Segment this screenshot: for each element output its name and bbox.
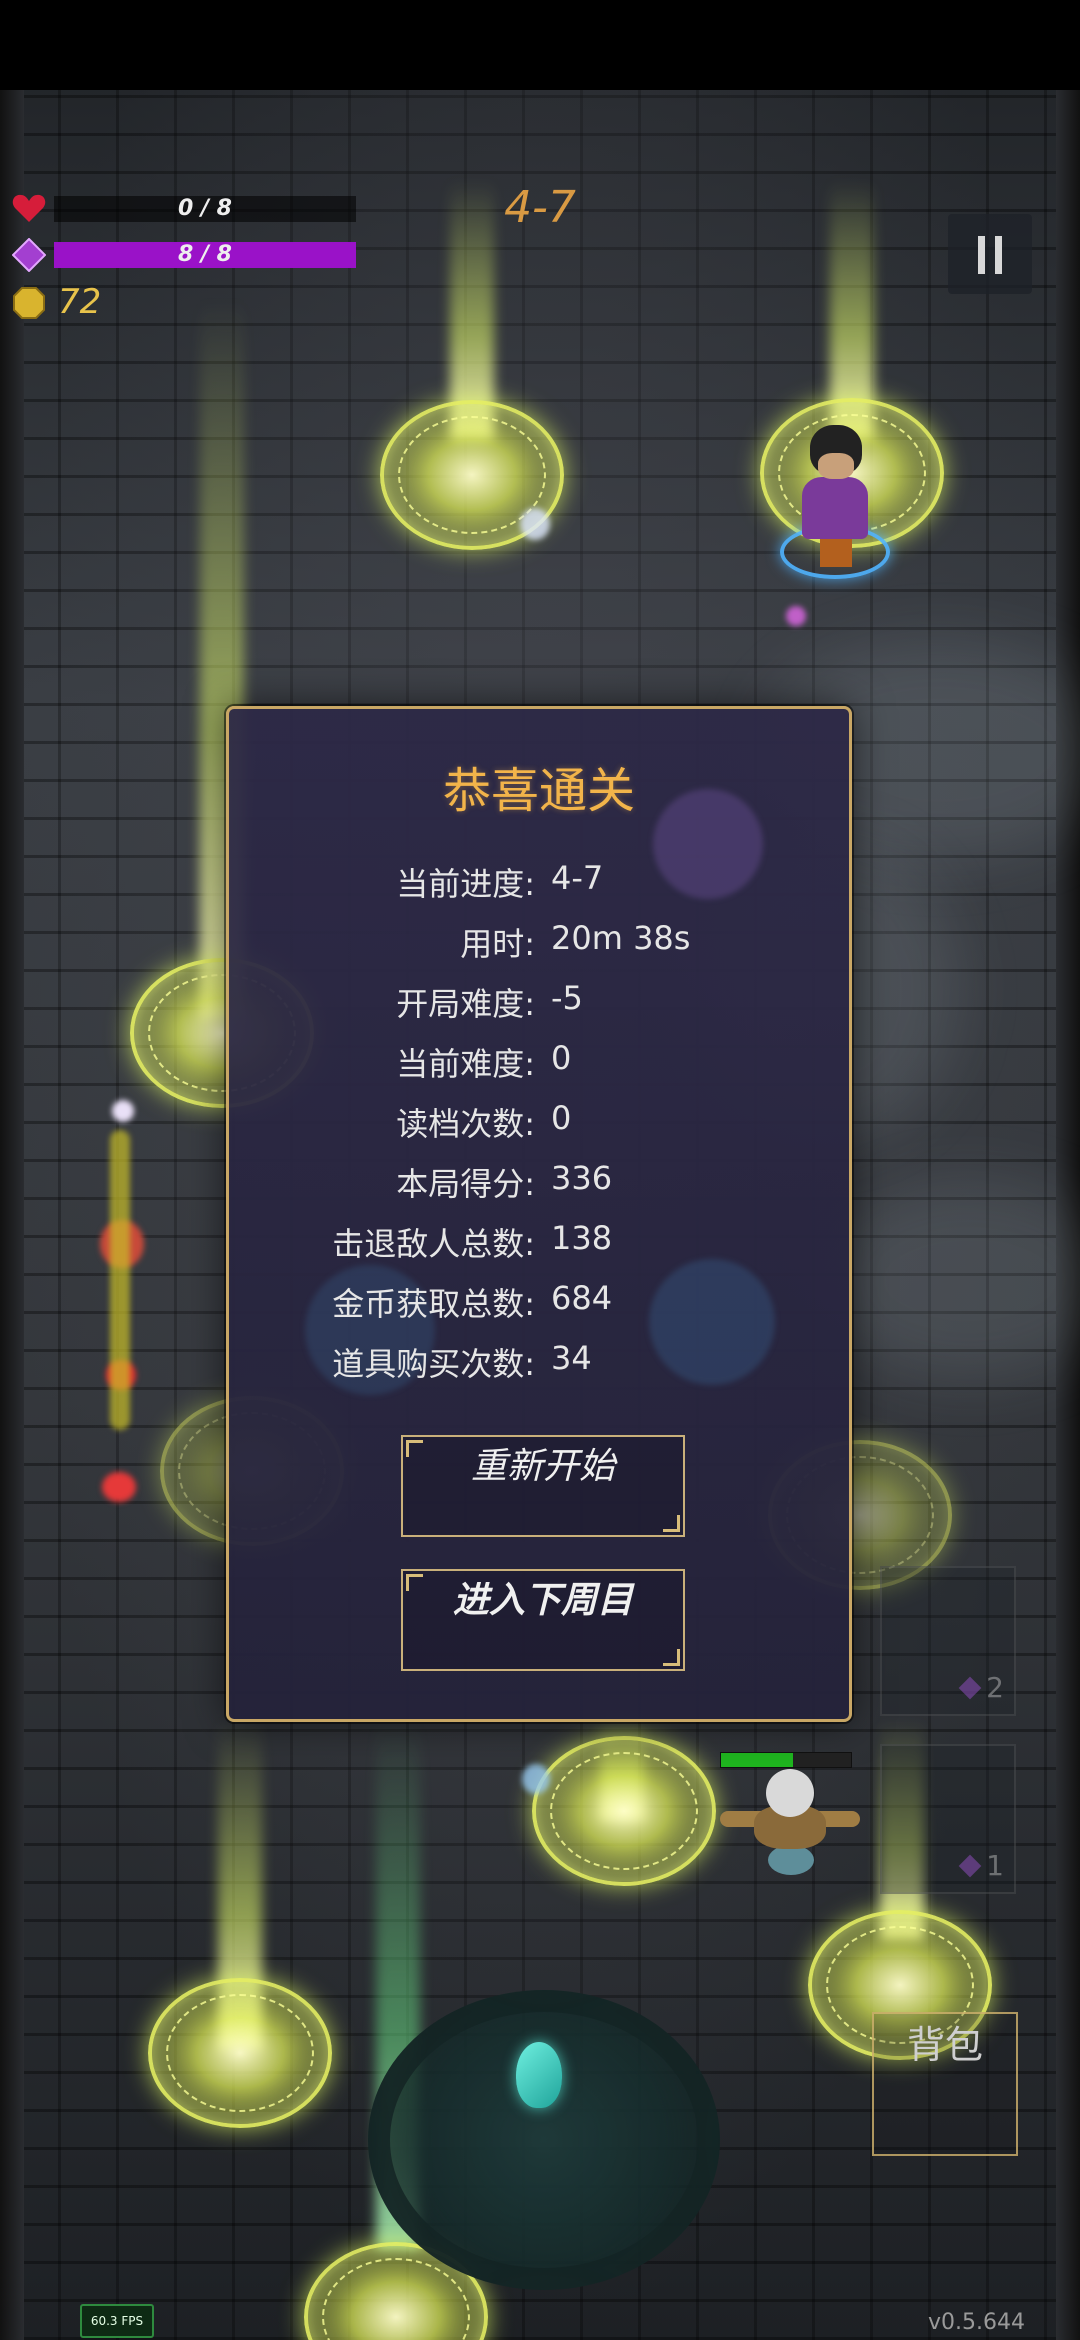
next-cycle-label: 进入下周目 — [452, 1580, 633, 1621]
dialog-title: 恭喜通关 — [442, 763, 635, 819]
player-robe — [802, 477, 868, 539]
left-wall — [0, 90, 24, 2340]
dropped-item — [786, 606, 806, 626]
player-legs — [820, 537, 852, 567]
restart-label: 重新开始 — [470, 1446, 615, 1487]
stat-row: 当前进度: 4-7 — [229, 859, 849, 903]
stat-label: 击退敌人总数: — [332, 1225, 535, 1263]
player-face — [818, 453, 854, 479]
diamond-gem-icon — [12, 238, 46, 272]
stat-label: 道具购买次数: — [332, 1345, 535, 1383]
heart-icon — [12, 194, 46, 222]
stat-row: 本局得分: 336 — [229, 1159, 849, 1203]
stat-row: 开局难度: -5 — [229, 979, 849, 1023]
stat-value: 4-7 — [551, 859, 604, 897]
mana-text: 8 / 8 — [178, 242, 232, 267]
fog-patch — [820, 1180, 1080, 1380]
stat-value: -5 — [551, 979, 583, 1017]
health-text: 0 / 8 — [178, 196, 232, 221]
stat-value: 684 — [551, 1279, 613, 1317]
dropped-item — [102, 1472, 136, 1502]
dropped-item — [110, 1130, 130, 1430]
bag-label: 背包 — [906, 2023, 983, 2067]
top-black-bar — [0, 0, 1080, 90]
stat-value: 0 — [551, 1099, 572, 1137]
stat-label: 用时: — [460, 925, 535, 963]
version-label: v0.5.644 — [928, 2310, 1025, 2335]
gem-icon — [958, 1676, 982, 1700]
stat-row: 道具购买次数: 34 — [229, 1339, 849, 1383]
stat-value: 20m 38s — [551, 919, 691, 957]
skill-slot[interactable]: 2 — [880, 1566, 1016, 1716]
stat-value: 336 — [551, 1159, 613, 1197]
stat-label: 当前难度: — [396, 1045, 535, 1083]
pause-button[interactable] — [948, 214, 1032, 294]
stat-row: 读档次数: 0 — [229, 1099, 849, 1143]
victory-dialog: 恭喜通关 当前进度: 4-7 用时: 20m 38s 开局难度: -5 当前难度… — [226, 706, 852, 1722]
enemy-scarecrow[interactable] — [720, 1745, 860, 1885]
coin-count: 72 — [58, 282, 102, 322]
dropped-item — [520, 508, 550, 540]
next-cycle-button[interactable]: 进入下周目 — [401, 1569, 685, 1671]
coin-icon — [13, 287, 45, 319]
stat-row: 金币获取总数: 684 — [229, 1279, 849, 1323]
fps-counter: 60.3 FPS — [80, 2304, 154, 2338]
summon-circle — [148, 1978, 332, 2128]
stat-label: 开局难度: — [396, 985, 535, 1023]
dropped-item — [522, 1764, 550, 1794]
joystick-knob[interactable] — [516, 2042, 562, 2108]
stat-label: 当前进度: — [396, 865, 535, 903]
summon-circle — [532, 1736, 716, 1886]
gem-icon — [958, 1854, 982, 1878]
skill-slot-count: 1 — [986, 1849, 1004, 1882]
level-indicator: 4-7 — [504, 182, 576, 233]
stat-row: 用时: 20m 38s — [229, 919, 849, 963]
stat-label: 本局得分: — [396, 1165, 535, 1203]
virtual-joystick[interactable] — [368, 1990, 720, 2290]
bag-button[interactable]: 背包 — [872, 2012, 1018, 2156]
stat-row: 击退敌人总数: 138 — [229, 1219, 849, 1263]
enemy-head — [766, 1769, 814, 1817]
stat-label: 金币获取总数: — [332, 1285, 535, 1323]
skill-slot-count: 2 — [986, 1671, 1004, 1704]
pause-icon-bar — [978, 236, 985, 274]
enemy-base — [768, 1845, 814, 1875]
dropped-item — [112, 1100, 134, 1122]
stat-value: 34 — [551, 1339, 592, 1377]
player-character — [780, 425, 890, 585]
stat-row: 当前难度: 0 — [229, 1039, 849, 1083]
restart-button[interactable]: 重新开始 — [401, 1435, 685, 1537]
stat-value: 0 — [551, 1039, 572, 1077]
pause-icon-bar — [995, 236, 1002, 274]
skill-slot[interactable]: 1 — [880, 1744, 1016, 1894]
game-scene[interactable]: 2 1 背包 0 / 8 8 / 8 72 4-7 60.3 FPS v0.5.… — [0, 0, 1080, 2340]
stat-label: 读档次数: — [396, 1105, 535, 1143]
stat-value: 138 — [551, 1219, 613, 1257]
